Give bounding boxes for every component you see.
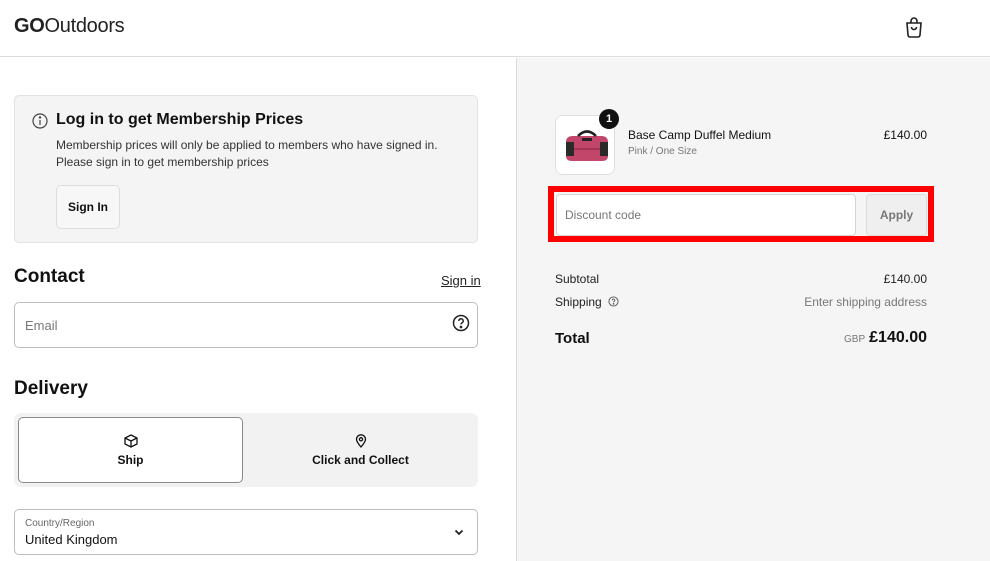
discount-code-field[interactable]: [556, 194, 856, 236]
sign-in-link[interactable]: Sign in: [441, 273, 481, 288]
logo-go: GO: [14, 15, 45, 37]
info-icon: [32, 113, 48, 129]
logo[interactable]: GOOutdoors: [14, 15, 125, 38]
shipping-value: Enter shipping address: [804, 295, 927, 309]
site-header: GOOutdoors: [0, 0, 990, 57]
membership-title: Log in to get Membership Prices: [56, 111, 304, 128]
click-and-collect-label: Click and Collect: [312, 452, 409, 467]
country-select[interactable]: Country/Region United Kingdom: [14, 509, 478, 555]
sign-in-button[interactable]: Sign In: [56, 185, 120, 229]
discount-code-input[interactable]: [565, 195, 845, 235]
shipping-label: Shipping: [555, 295, 602, 309]
box-icon: [123, 433, 138, 448]
product-name: Base Camp Duffel Medium: [628, 128, 772, 142]
checkout-form: Log in to get Membership Prices Membersh…: [0, 58, 516, 561]
total-amount: GBP £140.00: [747, 329, 927, 347]
click-and-collect-option[interactable]: Click and Collect: [248, 417, 473, 483]
product-variant: Pink / One Size: [628, 146, 697, 157]
product-price: £140.00: [883, 128, 927, 142]
subtotal-value: £140.00: [883, 272, 927, 286]
email-input[interactable]: [25, 303, 445, 347]
location-pin-icon: [355, 433, 366, 448]
question-circle-icon[interactable]: [608, 296, 619, 307]
order-summary: 1 Base Camp Duffel Medium Pink / One Siz…: [516, 58, 990, 561]
apply-discount-button[interactable]: Apply: [866, 194, 927, 236]
membership-banner: Log in to get Membership Prices Membersh…: [14, 95, 478, 243]
ship-label: Ship: [117, 452, 144, 467]
contact-title: Contact: [14, 266, 85, 287]
total-value: £140.00: [869, 329, 927, 346]
country-label: Country/Region: [25, 518, 95, 529]
total-currency: GBP: [844, 334, 866, 345]
delivery-method-toggle: Ship Click and Collect: [14, 413, 478, 487]
country-value: United Kingdom: [25, 532, 118, 547]
shopping-bag-icon[interactable]: [902, 15, 926, 39]
subtotal-label: Subtotal: [555, 272, 600, 286]
chevron-down-icon: [454, 529, 464, 536]
membership-text: Membership prices will only be applied t…: [56, 138, 438, 169]
quantity-badge: 1: [599, 109, 619, 129]
delivery-title: Delivery: [14, 378, 88, 399]
total-label: Total: [555, 330, 590, 347]
email-field[interactable]: [14, 302, 478, 348]
question-circle-icon[interactable]: [452, 314, 470, 332]
shipping-row: Shipping: [555, 295, 619, 309]
logo-outdoors: Outdoors: [44, 15, 125, 37]
ship-option[interactable]: Ship: [18, 417, 243, 483]
